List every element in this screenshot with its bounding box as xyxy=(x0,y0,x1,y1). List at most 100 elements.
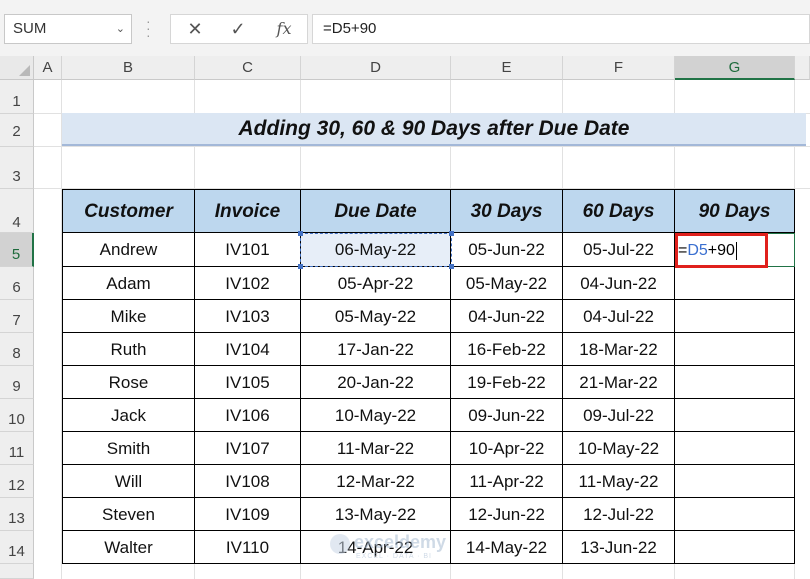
cell-30-days[interactable]: 16-Feb-22 xyxy=(451,333,563,366)
cell-60-days[interactable]: 05-Jul-22 xyxy=(563,233,675,267)
cell-30-days[interactable]: 10-Apr-22 xyxy=(451,432,563,465)
cell-60-days[interactable]: 12-Jul-22 xyxy=(563,498,675,531)
cell-due-date[interactable]: 11-Mar-22 xyxy=(301,432,451,465)
row-header-5[interactable]: 5 xyxy=(0,233,34,267)
cell-editor-g5[interactable]: =D5+90 xyxy=(675,233,768,268)
cell-invoice[interactable]: IV107 xyxy=(195,432,301,465)
cell-customer[interactable]: Ruth xyxy=(63,333,195,366)
formula-input[interactable]: =D5+90 xyxy=(312,14,810,44)
column-header-b[interactable]: B xyxy=(62,56,195,80)
header-60-days[interactable]: 60 Days xyxy=(563,190,675,233)
row-header-2[interactable]: 2 xyxy=(0,114,34,147)
cell-30-days[interactable]: 05-May-22 xyxy=(451,267,563,300)
cell-customer[interactable]: Jack xyxy=(63,399,195,432)
column-header-f[interactable]: F xyxy=(563,56,675,80)
cell-invoice[interactable]: IV102 xyxy=(195,267,301,300)
cell-90-days[interactable] xyxy=(675,267,795,300)
cell-due-date[interactable]: 05-May-22 xyxy=(301,300,451,333)
header-invoice[interactable]: Invoice xyxy=(195,190,301,233)
row-header-13[interactable]: 13 xyxy=(0,498,34,531)
cell-due-date[interactable]: 10-May-22 xyxy=(301,399,451,432)
cell-30-days[interactable]: 09-Jun-22 xyxy=(451,399,563,432)
cell-invoice[interactable]: IV108 xyxy=(195,465,301,498)
row-header-1[interactable]: 1 xyxy=(0,80,34,114)
cell-customer[interactable]: Rose xyxy=(63,366,195,399)
cell-due-date[interactable]: 05-Apr-22 xyxy=(301,267,451,300)
cell-30-days[interactable]: 12-Jun-22 xyxy=(451,498,563,531)
cell-customer[interactable]: Will xyxy=(63,465,195,498)
row-header-11[interactable]: 11 xyxy=(0,432,34,465)
row-header-7[interactable]: 7 xyxy=(0,300,34,333)
row-header-14[interactable]: 14 xyxy=(0,531,34,564)
row-header-10[interactable]: 10 xyxy=(0,399,34,432)
cell-90-days[interactable] xyxy=(675,498,795,531)
cell-customer[interactable]: Steven xyxy=(63,498,195,531)
column-header-c[interactable]: C xyxy=(195,56,301,80)
cell-due-date-d5[interactable]: 06-May-22 xyxy=(301,233,451,267)
formula-bar: SUM ⌄ · · · ✕ ✓ fx =D5+90 xyxy=(0,0,810,56)
select-all-button[interactable] xyxy=(0,56,34,80)
enter-icon[interactable]: ✓ xyxy=(220,15,256,43)
name-box[interactable]: SUM ⌄ xyxy=(4,14,132,44)
header-30-days[interactable]: 30 Days xyxy=(451,190,563,233)
chevron-down-icon[interactable]: ⌄ xyxy=(116,15,125,43)
formula-prefix: = xyxy=(678,242,688,259)
cell-90-days[interactable] xyxy=(675,366,795,399)
row-header-12[interactable]: 12 xyxy=(0,465,34,498)
row-header-9[interactable]: 9 xyxy=(0,366,34,399)
cell-60-days[interactable]: 11-May-22 xyxy=(563,465,675,498)
cell-30-days[interactable]: 19-Feb-22 xyxy=(451,366,563,399)
cell-invoice[interactable]: IV110 xyxy=(195,531,301,564)
cell-60-days[interactable]: 04-Jul-22 xyxy=(563,300,675,333)
cell-due-date[interactable]: 13-May-22 xyxy=(301,498,451,531)
column-header-d[interactable]: D xyxy=(301,56,451,80)
row-header-15[interactable] xyxy=(0,564,34,579)
cancel-icon[interactable]: ✕ xyxy=(177,15,213,43)
column-header-g[interactable]: G xyxy=(675,56,795,80)
cell-30-days[interactable]: 05-Jun-22 xyxy=(451,233,563,267)
header-90-days[interactable]: 90 Days xyxy=(675,190,795,233)
sheet-title[interactable]: Adding 30, 60 & 90 Days after Due Date xyxy=(62,113,806,146)
cell-invoice[interactable]: IV101 xyxy=(195,233,301,267)
header-due-date[interactable]: Due Date xyxy=(301,190,451,233)
insert-function-icon[interactable]: fx xyxy=(266,15,302,43)
cell-90-days[interactable] xyxy=(675,399,795,432)
cell-invoice[interactable]: IV109 xyxy=(195,498,301,531)
cell-customer[interactable]: Adam xyxy=(63,267,195,300)
cell-customer[interactable]: Andrew xyxy=(63,233,195,267)
cell-90-days[interactable] xyxy=(675,465,795,498)
cell-30-days[interactable]: 11-Apr-22 xyxy=(451,465,563,498)
cell-60-days[interactable]: 09-Jul-22 xyxy=(563,399,675,432)
cell-due-date[interactable]: 14-Apr-22 xyxy=(301,531,451,564)
grip-dots-icon[interactable]: · · · xyxy=(146,14,152,42)
cell-customer[interactable]: Mike xyxy=(63,300,195,333)
cell-30-days[interactable]: 04-Jun-22 xyxy=(451,300,563,333)
row-header-8[interactable]: 8 xyxy=(0,333,34,366)
cell-90-days[interactable] xyxy=(675,300,795,333)
column-header-e[interactable]: E xyxy=(451,56,563,80)
cell-customer[interactable]: Smith xyxy=(63,432,195,465)
row-header-4[interactable]: 4 xyxy=(0,189,34,233)
cell-due-date[interactable]: 20-Jan-22 xyxy=(301,366,451,399)
cell-30-days[interactable]: 14-May-22 xyxy=(451,531,563,564)
cell-invoice[interactable]: IV103 xyxy=(195,300,301,333)
header-customer[interactable]: Customer xyxy=(63,190,195,233)
cell-60-days[interactable]: 21-Mar-22 xyxy=(563,366,675,399)
cell-60-days[interactable]: 10-May-22 xyxy=(563,432,675,465)
cell-due-date[interactable]: 12-Mar-22 xyxy=(301,465,451,498)
cell-invoice[interactable]: IV105 xyxy=(195,366,301,399)
column-header-next[interactable] xyxy=(795,56,810,80)
cell-60-days[interactable]: 18-Mar-22 xyxy=(563,333,675,366)
cell-90-days[interactable] xyxy=(675,333,795,366)
row-header-3[interactable]: 3 xyxy=(0,147,34,189)
cell-60-days[interactable]: 04-Jun-22 xyxy=(563,267,675,300)
column-header-a[interactable]: A xyxy=(34,56,62,80)
cell-90-days[interactable] xyxy=(675,432,795,465)
cell-90-days[interactable] xyxy=(675,531,795,564)
row-header-6[interactable]: 6 xyxy=(0,267,34,300)
cell-due-date[interactable]: 17-Jan-22 xyxy=(301,333,451,366)
cell-invoice[interactable]: IV104 xyxy=(195,333,301,366)
cell-invoice[interactable]: IV106 xyxy=(195,399,301,432)
cell-60-days[interactable]: 13-Jun-22 xyxy=(563,531,675,564)
cell-customer[interactable]: Walter xyxy=(63,531,195,564)
